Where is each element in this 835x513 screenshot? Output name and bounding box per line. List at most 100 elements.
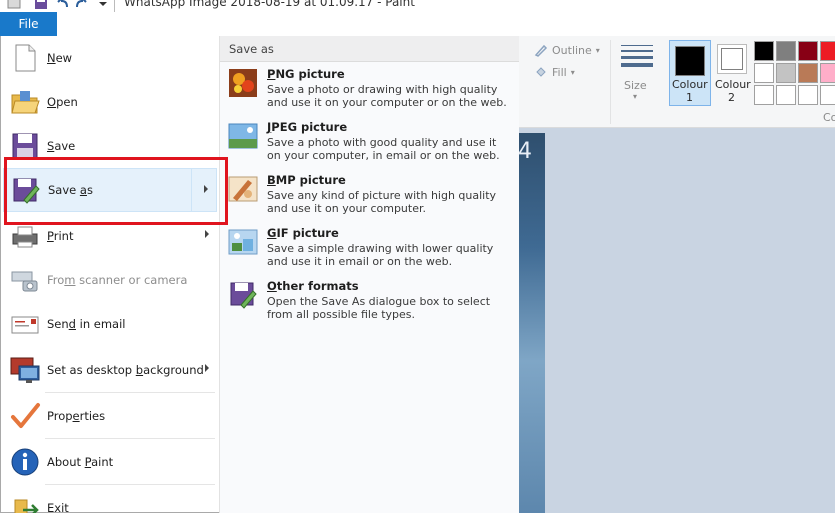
save-as-header-label: Save as [229, 42, 274, 56]
file-menu-commands: New Open Save Save as Print From scanner… [1, 36, 219, 513]
scanner-camera-icon [11, 271, 38, 292]
menu-item-from-scanner[interactable]: From scanner or camera [3, 258, 217, 302]
palette-swatch[interactable] [776, 85, 796, 105]
menu-item-set-desktop-background[interactable]: Set as desktop background [3, 348, 217, 392]
fill-dropdown-icon: ▾ [570, 67, 575, 77]
bmp-picture-icon [228, 176, 258, 202]
gif-picture-icon [228, 229, 258, 255]
colour2-button[interactable] [717, 44, 747, 74]
ribbon-separator [610, 40, 611, 124]
palette-swatch[interactable] [820, 41, 835, 61]
outline-icon [534, 44, 548, 57]
menu-label: Save [47, 139, 76, 153]
colour1-swatch [675, 46, 705, 76]
palette-swatch[interactable] [754, 63, 774, 83]
menu-item-new[interactable]: New [3, 36, 217, 80]
palette-swatch[interactable] [798, 85, 818, 105]
outline-label: Outline [552, 43, 592, 57]
option-title: JPEG picture [267, 120, 348, 134]
menu-item-about-paint[interactable]: About Paint [3, 440, 217, 484]
annotation-highlight-box [4, 157, 228, 225]
option-title: GIF picture [267, 226, 339, 240]
fill-label: Fill [552, 65, 567, 79]
palette-swatch[interactable] [798, 41, 818, 61]
menu-separator [45, 438, 215, 439]
save-as-gif-option[interactable]: GIF picture Save a simple drawing with l… [228, 226, 513, 276]
palette-swatch[interactable] [776, 63, 796, 83]
option-description: Save a photo with good quality and use i… [267, 136, 500, 162]
outline-dropdown-icon: ▾ [595, 45, 600, 55]
save-as-bmp-option[interactable]: BMP picture Save any kind of picture wit… [228, 173, 513, 223]
customize-quick-access-icon[interactable] [98, 0, 108, 10]
menu-label: Exit [47, 501, 69, 513]
open-folder-icon [11, 91, 40, 114]
size-label: Size [624, 79, 647, 92]
colour1-label-line1: Colour [672, 78, 708, 91]
colour2-label-line1: Colour [715, 78, 751, 91]
outline-button[interactable]: Outline ▾ [534, 43, 600, 57]
colours-group-label: Co [823, 111, 835, 124]
title-bar: WhatsApp Image 2018-08-19 at 01.09.17 - … [0, 0, 835, 12]
menu-item-open[interactable]: Open [3, 80, 217, 124]
palette-swatch[interactable] [754, 41, 774, 61]
menu-label: Set as desktop background [47, 363, 204, 377]
option-title: PNG picture [267, 67, 345, 81]
option-title: Other formats [267, 279, 359, 293]
menu-label: From scanner or camera [47, 273, 188, 287]
option-title: BMP picture [267, 173, 346, 187]
palette-swatch[interactable] [798, 63, 818, 83]
menu-label: Open [47, 95, 78, 109]
colour-palette [754, 41, 835, 105]
submenu-arrow-icon [205, 364, 209, 372]
menu-label: Print [47, 229, 74, 243]
jpeg-picture-icon [228, 123, 258, 149]
colour1-label-line2: 1 [686, 91, 693, 104]
email-icon [11, 316, 39, 334]
redo-quick-icon[interactable] [76, 0, 88, 10]
size-icon[interactable] [621, 45, 653, 71]
properties-checkmark-icon [11, 403, 40, 428]
save-as-other-formats-option[interactable]: Other formats Open the Save As dialogue … [228, 279, 513, 329]
submenu-arrow-icon [205, 230, 209, 238]
menu-item-properties[interactable]: Properties [3, 394, 217, 438]
save-as-submenu-header: Save as [220, 36, 519, 62]
menu-label: New [47, 51, 73, 65]
option-description: Save a simple drawing with lower quality… [267, 242, 494, 268]
colour2-swatch [721, 48, 743, 70]
option-description: Open the Save As dialogue box to select … [267, 295, 491, 321]
menu-separator [45, 484, 215, 485]
canvas-image[interactable]: 4 [518, 133, 545, 513]
title-separator [114, 0, 115, 12]
menu-separator [45, 392, 215, 393]
menu-item-send-email[interactable]: Send in email [3, 302, 217, 346]
undo-quick-icon[interactable] [56, 0, 68, 10]
palette-swatch[interactable] [754, 85, 774, 105]
palette-swatch[interactable] [776, 41, 796, 61]
paint-app-icon [7, 0, 21, 9]
file-menu: New Open Save Save as Print From scanner… [0, 36, 519, 513]
save-as-jpeg-option[interactable]: JPEG picture Save a photo with good qual… [228, 120, 513, 170]
menu-label: Send in email [47, 317, 126, 331]
palette-swatch[interactable] [820, 63, 835, 83]
other-formats-icon [230, 282, 257, 309]
palette-swatch[interactable] [820, 85, 835, 105]
canvas-image-text: 4 [518, 139, 532, 164]
menu-label: About Paint [47, 455, 114, 469]
info-icon [11, 448, 39, 476]
menu-label: Properties [47, 409, 106, 423]
fill-button[interactable]: Fill ▾ [534, 65, 575, 79]
fill-icon [536, 67, 546, 77]
new-document-icon [15, 44, 36, 72]
png-picture-icon [229, 69, 257, 97]
exit-icon [14, 499, 39, 513]
menu-item-exit[interactable]: Exit [3, 486, 217, 513]
file-tab[interactable]: File [0, 12, 57, 36]
option-description: Save any kind of picture with high quali… [267, 189, 497, 215]
size-dropdown-icon: ▾ [633, 92, 638, 101]
option-description: Save a photo or drawing with high qualit… [267, 83, 507, 109]
desktop-background-icon [10, 357, 40, 383]
colour2-label-line2: 2 [728, 91, 735, 104]
save-as-png-option[interactable]: PNG picture Save a photo or drawing with… [228, 67, 513, 117]
save-quick-icon[interactable] [34, 0, 48, 10]
window-title: WhatsApp Image 2018-08-19 at 01.09.17 - … [124, 0, 415, 9]
